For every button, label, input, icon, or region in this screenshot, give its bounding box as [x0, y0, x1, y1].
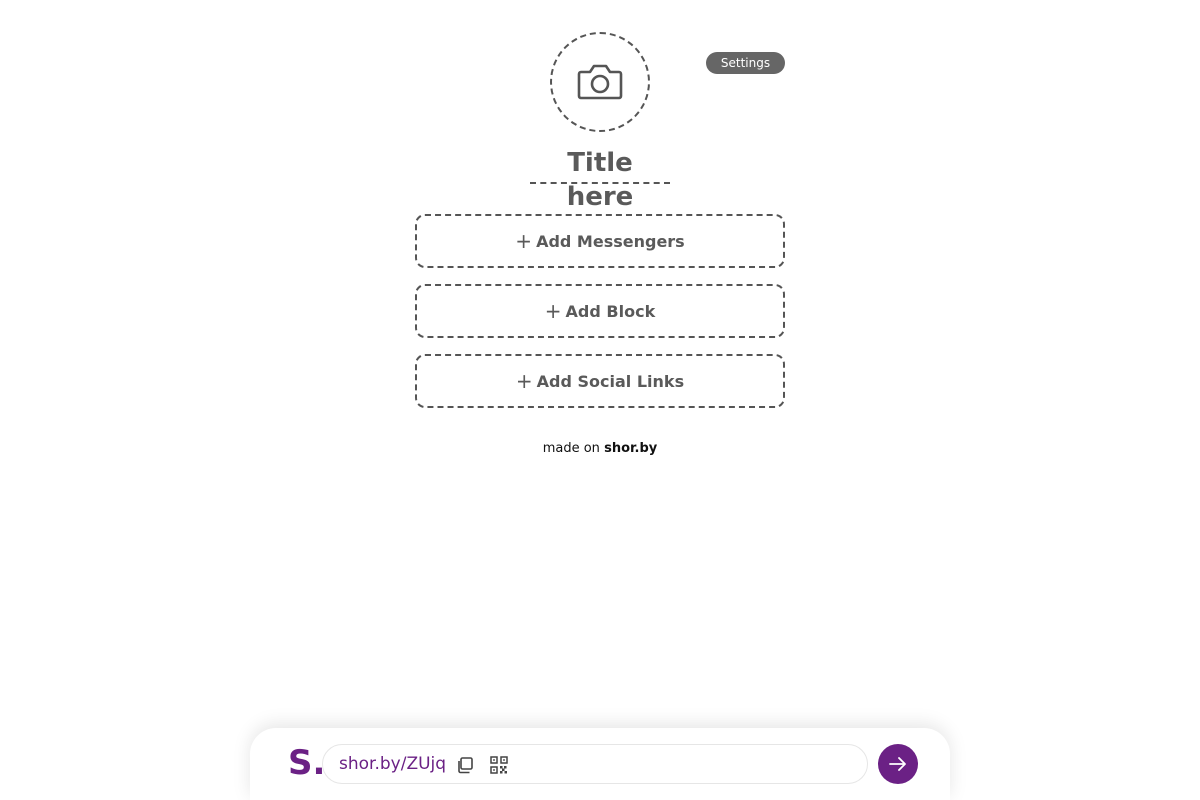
plus-icon: + — [515, 229, 533, 253]
copy-icon[interactable] — [455, 755, 475, 775]
bottom-bar: S. shor.by/ZUjq — [250, 728, 950, 800]
add-social-links-button[interactable]: + Add Social Links — [415, 354, 785, 408]
add-block-button[interactable]: + Add Block — [415, 284, 785, 338]
plus-icon: + — [515, 369, 533, 393]
made-on-credit: made on shor.by — [0, 441, 1200, 456]
add-messengers-label: Add Messengers — [536, 231, 685, 251]
camera-icon — [577, 64, 623, 100]
qr-code-icon[interactable] — [489, 755, 509, 775]
shorby-logo: S. — [288, 743, 326, 783]
page-title[interactable]: Title here — [530, 146, 670, 212]
add-block-label: Add Block — [565, 301, 656, 321]
add-messengers-button[interactable]: + Add Messengers — [415, 214, 785, 268]
short-url-field: shor.by/ZUjq — [322, 744, 868, 784]
settings-button[interactable]: Settings — [706, 52, 785, 74]
short-url-link[interactable]: shor.by/ZUjq — [339, 754, 446, 774]
go-button[interactable] — [878, 744, 918, 784]
credit-brand-link[interactable]: shor.by — [604, 441, 657, 456]
page: Settings Title here + Add Messengers + A… — [0, 0, 1200, 800]
plus-icon: + — [544, 299, 562, 323]
avatar-upload[interactable] — [550, 32, 650, 132]
arrow-right-icon — [889, 757, 906, 771]
credit-prefix: made on — [542, 441, 600, 456]
add-social-links-label: Add Social Links — [536, 371, 685, 391]
